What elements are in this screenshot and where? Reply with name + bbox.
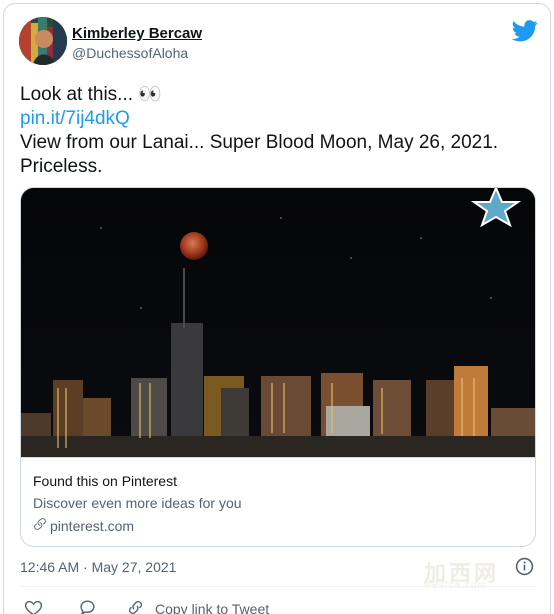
link-icon	[33, 517, 47, 534]
card-description: Discover even more ideas for you	[33, 495, 242, 511]
tweet-link[interactable]: pin.it/7ij4dkQ	[20, 107, 540, 131]
info-icon[interactable]	[515, 557, 534, 576]
copy-link-label: Copy link to Tweet	[155, 601, 270, 614]
tweet-text-line: Priceless.	[20, 156, 103, 177]
blood-moon-photo[interactable]	[21, 188, 535, 457]
like-icon	[24, 598, 43, 614]
reply-icon	[78, 598, 97, 614]
link-card-footer[interactable]: Found this on Pinterest Discover even mo…	[21, 457, 535, 546]
tweet-text-line: Look at this... 👀	[20, 84, 162, 105]
copy-link-button[interactable]: Copy link to Tweet	[126, 598, 269, 614]
card-domain: pinterest.com	[33, 517, 134, 534]
like-button[interactable]	[24, 598, 43, 614]
watermark-primary: 加西网	[424, 561, 500, 586]
action-bar: Copy link to Tweet	[20, 596, 536, 614]
avatar-image	[19, 17, 67, 65]
avatar[interactable]	[19, 17, 67, 65]
author-name[interactable]: Kimberley Bercaw	[72, 25, 202, 42]
tweet-text-line: View from our Lanai... Super Blood Moon,…	[20, 132, 499, 153]
twitter-bird-icon[interactable]	[511, 20, 538, 42]
author-handle[interactable]: @DuchessofAloha	[72, 45, 188, 61]
city-skyline-image	[21, 188, 535, 457]
tweet-text: Look at this... 👀 pin.it/7ij4dkQ View fr…	[20, 83, 540, 179]
reply-button[interactable]	[78, 598, 97, 614]
moon	[180, 232, 208, 260]
tweet-card: Kimberley Bercaw @DuchessofAloha Look at…	[3, 3, 551, 614]
link-card[interactable]: Found this on Pinterest Discover even mo…	[20, 187, 536, 547]
tweet-timestamp[interactable]: 12:46 AM · May 27, 2021	[20, 559, 176, 575]
divider	[20, 586, 536, 587]
card-title: Found this on Pinterest	[33, 473, 177, 489]
card-domain-text[interactable]: pinterest.com	[50, 518, 134, 534]
copy-link-icon	[126, 598, 145, 614]
